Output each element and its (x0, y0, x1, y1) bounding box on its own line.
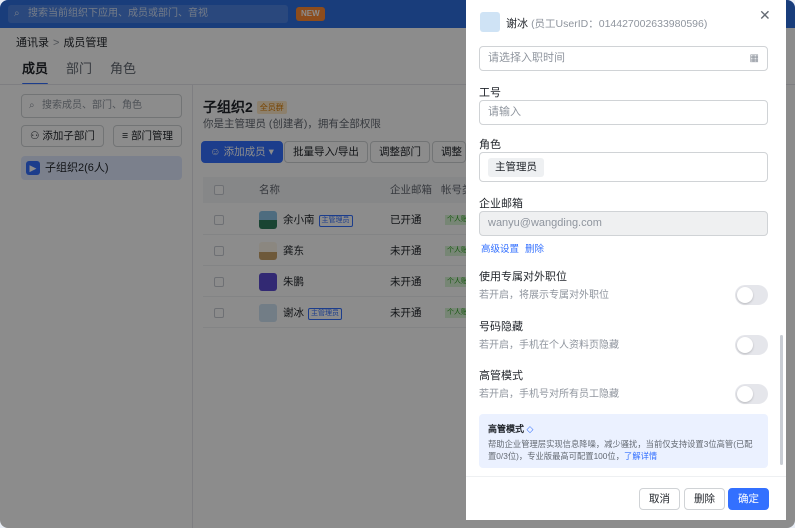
info-title: 高管模式 ◇ (488, 422, 759, 435)
advanced-settings-link[interactable]: 高级设置 (481, 244, 519, 255)
role-select[interactable]: 主管理员 (479, 152, 768, 182)
hide-phone-desc: 若开启，手机在个人资料页隐藏 (479, 340, 619, 351)
employee-no-label: 工号 (479, 87, 501, 99)
info-title-text: 高管模式 (488, 424, 525, 434)
email-label: 企业邮箱 (479, 198, 523, 210)
member-name: 谢冰 (506, 18, 528, 30)
cancel-button[interactable]: 取消 (639, 488, 680, 510)
email-field: wanyu@wangding.com (479, 211, 768, 236)
app-window: ⌕ 搜索当前组织下应用、成员或部门、音视 NEW 通讯录 > 成员管理 成员 部门 … (0, 0, 795, 528)
exec-mode-desc: 若开启，手机号对所有员工隐藏 (479, 389, 619, 400)
exclusive-position-toggle[interactable] (735, 285, 768, 305)
email-links: 高级设置 删除 (481, 241, 544, 255)
role-label: 角色 (479, 139, 501, 151)
confirm-button[interactable]: 确定 (728, 488, 769, 510)
info-body: 帮助企业管理层实现信息降噪，减少骚扰，当前仅支持设置3位高管(已配置0/3位)，… (488, 438, 759, 462)
scrollbar[interactable] (780, 335, 783, 465)
learn-more-link[interactable]: 了解详情 (624, 451, 657, 461)
member-detail-drawer: 谢冰 (员工UserID：014427002633980596) ✕ 请选择入职… (466, 0, 786, 520)
employee-no-input[interactable]: 请输入 (479, 100, 768, 125)
exclusive-desc: 若开启，将展示专属对外职位 (479, 290, 609, 301)
hide-phone-toggle[interactable] (735, 335, 768, 355)
avatar (480, 12, 500, 32)
info-body-text: 帮助企业管理层实现信息降噪，减少骚扰，当前仅支持设置3位高管(已配置0/3位)，… (488, 439, 753, 461)
exec-mode-title: 高管模式 (479, 370, 523, 382)
join-date-picker[interactable]: 请选择入职时间 ▦ (479, 46, 768, 71)
exclusive-title: 使用专属对外职位 (479, 271, 567, 283)
user-id: (员工UserID：014427002633980596) (531, 18, 708, 30)
delete-button[interactable]: 删除 (684, 488, 725, 510)
join-date-placeholder: 请选择入职时间 (488, 52, 565, 64)
close-icon[interactable]: ✕ (759, 7, 771, 24)
diamond-icon: ◇ (526, 424, 534, 434)
employee-no-placeholder: 请输入 (488, 106, 521, 118)
drawer-header: 谢冰 (员工UserID：014427002633980596) ✕ (466, 0, 786, 40)
footer-divider (466, 476, 786, 477)
hide-phone-title: 号码隐藏 (479, 321, 523, 333)
drawer-title: 谢冰 (员工UserID：014427002633980596) (506, 15, 707, 31)
exec-mode-toggle[interactable] (735, 384, 768, 404)
role-tag: 主管理员 (488, 158, 544, 177)
email-value: wanyu@wangding.com (488, 217, 602, 229)
exec-mode-info-box: 高管模式 ◇ 帮助企业管理层实现信息降噪，减少骚扰，当前仅支持设置3位高管(已配… (479, 414, 768, 468)
calendar-icon: ▦ (749, 53, 759, 64)
delete-email-link[interactable]: 删除 (525, 244, 544, 255)
